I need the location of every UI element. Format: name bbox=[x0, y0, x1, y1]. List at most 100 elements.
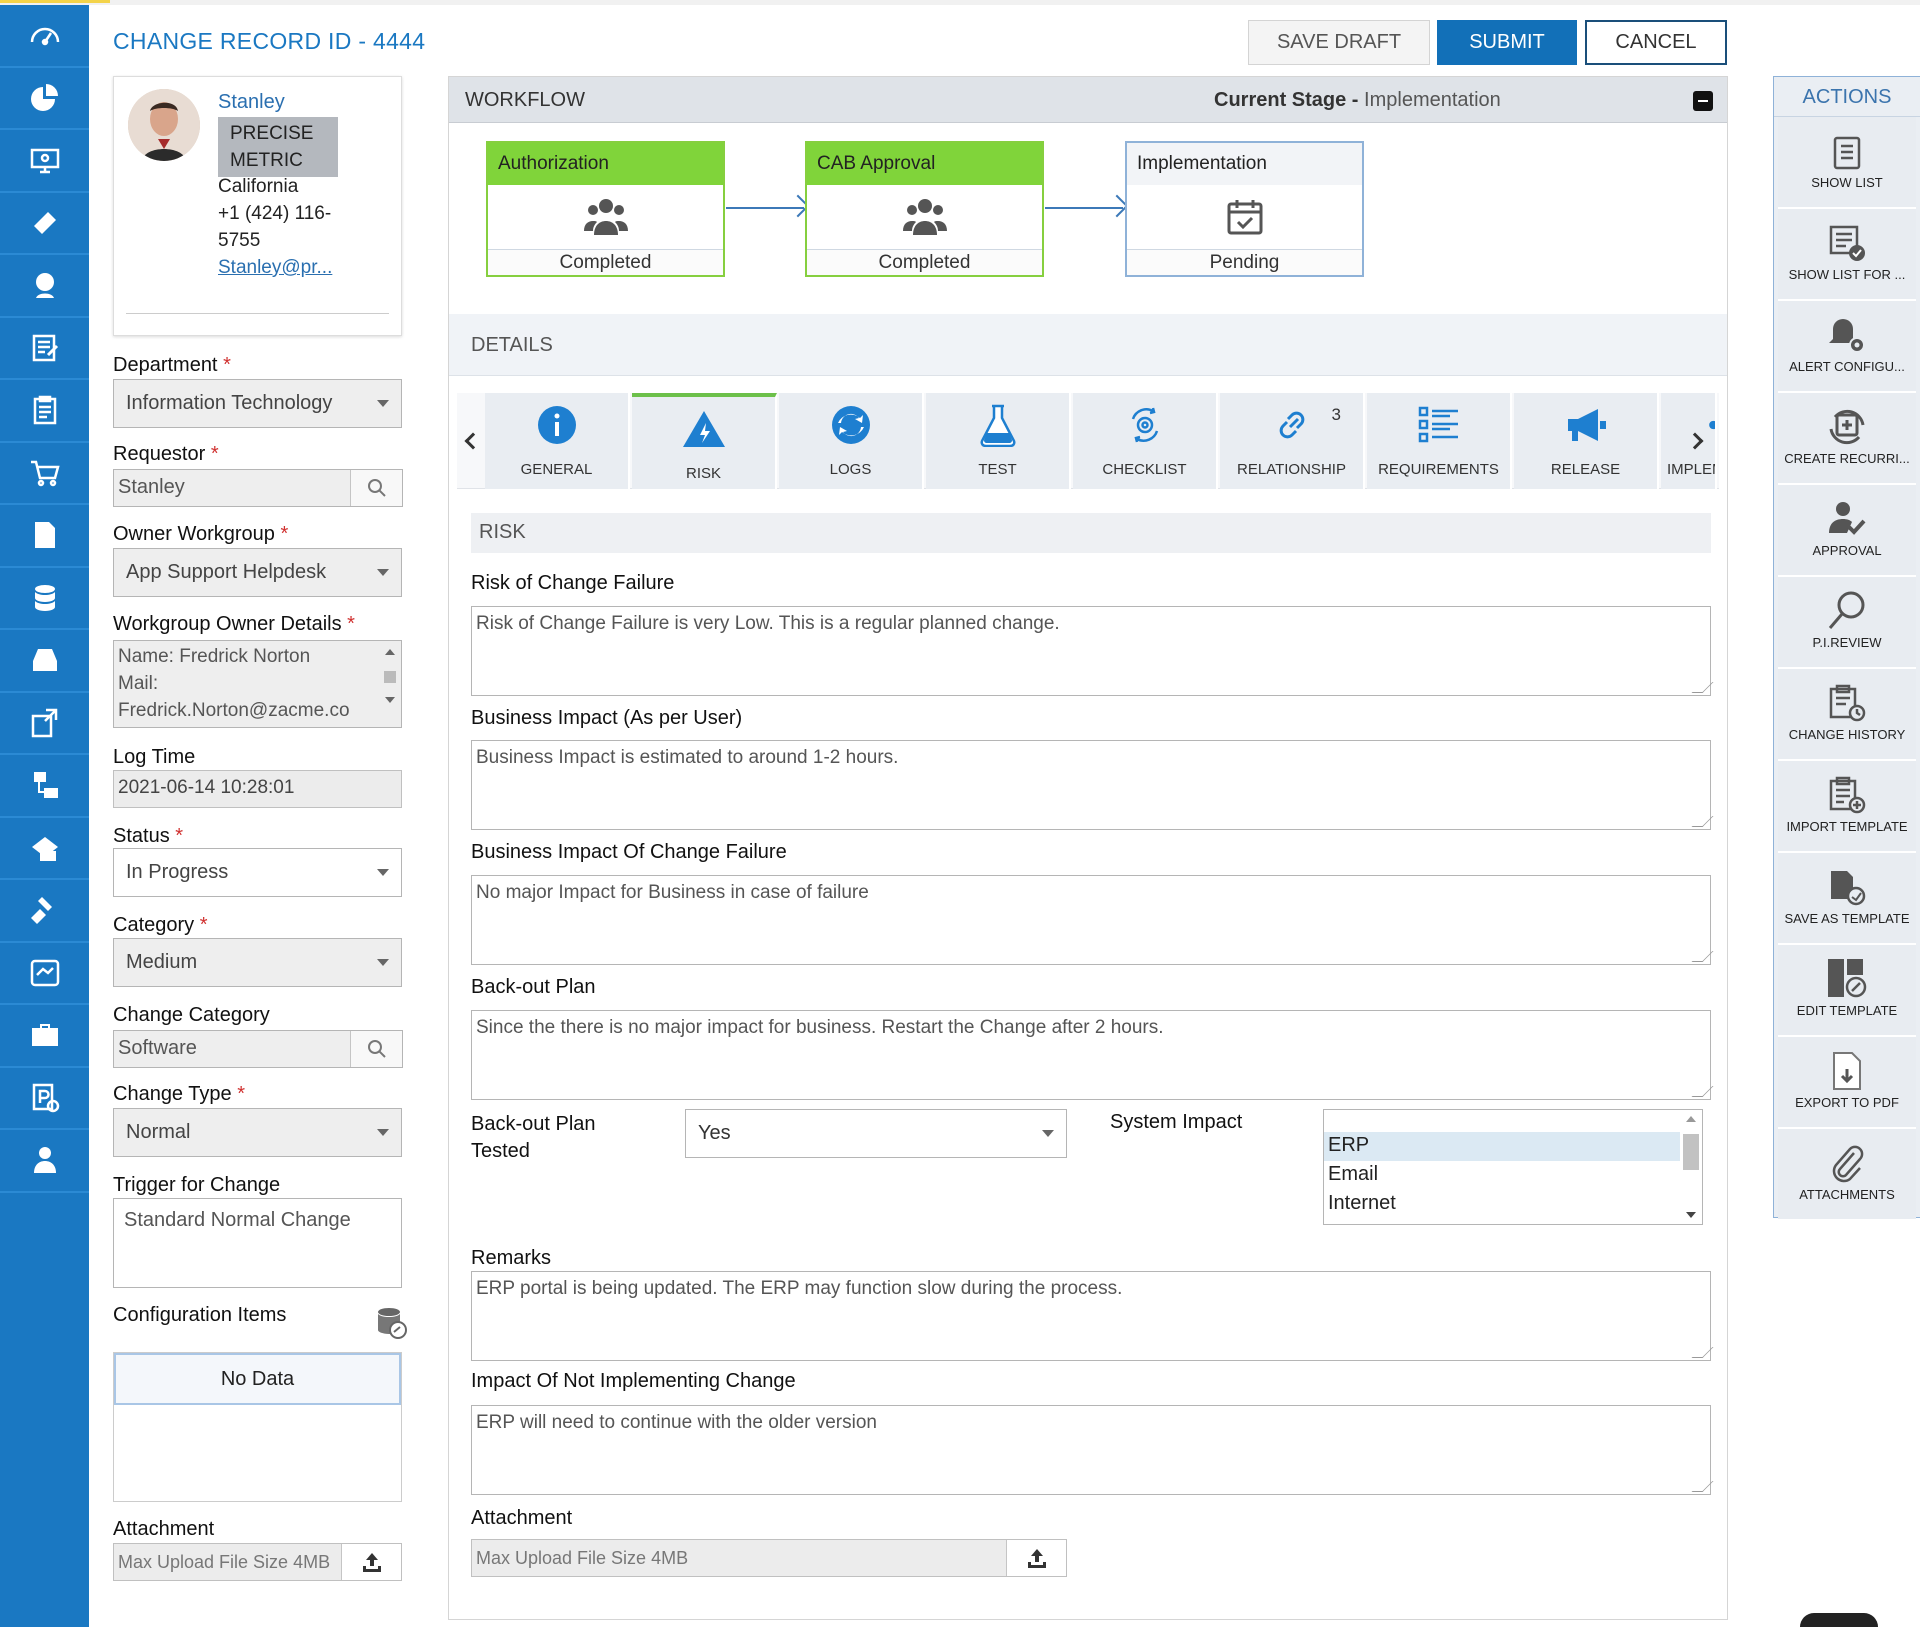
chat-widget[interactable] bbox=[1800, 1613, 1878, 1627]
gavel-icon[interactable] bbox=[0, 880, 89, 943]
workflow-header: WORKFLOW Current Stage - Implementation bbox=[449, 77, 1727, 123]
knowledge-icon[interactable] bbox=[0, 818, 89, 880]
chevron-left-icon[interactable] bbox=[464, 432, 482, 450]
business-impact-failure-textarea[interactable]: No major Impact for Business in case of … bbox=[471, 875, 1711, 965]
no-data-text: No Data bbox=[114, 1353, 401, 1405]
change-type-select[interactable]: Normal bbox=[113, 1108, 402, 1157]
department-select[interactable]: Information Technology bbox=[113, 379, 402, 428]
chevron-down-icon bbox=[377, 959, 389, 966]
tab-relationship[interactable]: RELATIONSHIP 3 bbox=[1220, 393, 1365, 489]
attachments-button[interactable]: ATTACHMENTS bbox=[1778, 1129, 1916, 1221]
list-item[interactable]: ERP bbox=[1324, 1132, 1702, 1161]
edit-template-button[interactable]: EDIT TEMPLATE bbox=[1778, 945, 1916, 1037]
email-link[interactable]: Stanley@pr... bbox=[218, 257, 332, 279]
recurring-icon bbox=[1829, 409, 1865, 445]
upload-icon[interactable] bbox=[341, 1544, 401, 1580]
backout-plan-textarea[interactable]: Since the there is no major impact for b… bbox=[471, 1010, 1711, 1100]
impact-not-implementing-textarea[interactable]: ERP will need to continue with the older… bbox=[471, 1405, 1711, 1495]
phone-line-1: +1 (424) 116- bbox=[218, 203, 332, 224]
inbox-icon[interactable] bbox=[0, 630, 89, 693]
company-badge: PRECISE METRIC bbox=[218, 117, 338, 177]
scrollbar[interactable] bbox=[1680, 1110, 1702, 1224]
magnifier-icon bbox=[1828, 591, 1865, 629]
risk-attachment-upload[interactable]: Max Upload File Size 4MB bbox=[471, 1539, 1067, 1577]
parking-icon[interactable] bbox=[0, 1068, 89, 1130]
submit-button[interactable]: SUBMIT bbox=[1437, 20, 1577, 65]
search-icon[interactable] bbox=[350, 470, 402, 506]
clipboard-icon[interactable] bbox=[0, 380, 89, 443]
list-item[interactable]: Email bbox=[1324, 1161, 1702, 1190]
workgroup-owner-details-text[interactable]: Name: Fredrick Norton Mail: Fredrick.Nor… bbox=[113, 640, 402, 728]
relationship-count-badge: 3 bbox=[1331, 405, 1341, 424]
chevron-down-icon bbox=[377, 400, 389, 407]
upload-icon[interactable] bbox=[1006, 1540, 1066, 1576]
tab-test[interactable]: TEST bbox=[926, 393, 1071, 489]
risk-of-change-failure-textarea[interactable]: Risk of Change Failure is very Low. This… bbox=[471, 606, 1711, 696]
status-label: Status * bbox=[113, 825, 184, 847]
search-icon[interactable] bbox=[350, 1031, 402, 1067]
tab-general[interactable]: GENERAL bbox=[485, 393, 630, 489]
requestor-input[interactable]: Stanley bbox=[113, 469, 403, 507]
monitor-icon[interactable] bbox=[0, 130, 89, 193]
stage-authorization[interactable]: Authorization Completed bbox=[486, 141, 725, 277]
hierarchy-icon[interactable] bbox=[0, 755, 89, 818]
tab-logs[interactable]: LOGS bbox=[779, 393, 924, 489]
tab-release[interactable]: RELEASE bbox=[1514, 393, 1659, 489]
attachment-label: Attachment bbox=[113, 1518, 215, 1540]
requester-name: Stanley bbox=[218, 91, 285, 113]
left-navigation bbox=[0, 5, 89, 1627]
collapse-icon[interactable] bbox=[1693, 91, 1713, 111]
briefcase-icon[interactable] bbox=[0, 1005, 89, 1068]
dashboard-icon[interactable] bbox=[0, 5, 89, 68]
cancel-button[interactable]: CANCEL bbox=[1585, 20, 1727, 65]
remarks-textarea[interactable]: ERP portal is being updated. The ERP may… bbox=[471, 1271, 1711, 1361]
show-list-for-button[interactable]: SHOW LIST FOR ... bbox=[1778, 209, 1916, 301]
save-draft-button[interactable]: SAVE DRAFT bbox=[1248, 20, 1430, 65]
document-edit-icon[interactable] bbox=[0, 505, 89, 568]
business-impact-user-textarea[interactable]: Business Impact is estimated to around 1… bbox=[471, 740, 1711, 830]
system-impact-listbox[interactable]: ERP Email Internet bbox=[1323, 1109, 1703, 1225]
backout-tested-select[interactable]: Yes bbox=[685, 1109, 1067, 1158]
scrollbar[interactable] bbox=[381, 643, 399, 727]
sync-icon bbox=[831, 406, 870, 444]
list-check-icon bbox=[1829, 225, 1865, 261]
alert-configuration-button[interactable]: ALERT CONFIGU... bbox=[1778, 301, 1916, 393]
create-recurring-button[interactable]: CREATE RECURRI... bbox=[1778, 393, 1916, 485]
stage-cab-approval[interactable]: CAB Approval Completed bbox=[805, 141, 1044, 277]
export-icon[interactable] bbox=[0, 693, 89, 755]
import-template-button[interactable]: IMPORT TEMPLATE bbox=[1778, 761, 1916, 853]
status-select[interactable]: In Progress bbox=[113, 848, 402, 897]
reports-pie-icon[interactable] bbox=[0, 68, 89, 130]
export-to-pdf-button[interactable]: EXPORT TO PDF bbox=[1778, 1037, 1916, 1129]
log-time-value: 2021-06-14 10:28:01 bbox=[113, 770, 402, 808]
stage-implementation[interactable]: Implementation Pending bbox=[1125, 141, 1364, 277]
change-history-button[interactable]: CHANGE HISTORY bbox=[1778, 669, 1916, 761]
edit-template-icon bbox=[1828, 959, 1867, 998]
database-icon[interactable] bbox=[0, 568, 89, 630]
attachment-upload[interactable]: Max Upload File Size 4MB bbox=[113, 1543, 402, 1581]
save-as-template-button[interactable]: SAVE AS TEMPLATE bbox=[1778, 853, 1916, 945]
cart-icon[interactable] bbox=[0, 443, 89, 505]
user-icon[interactable] bbox=[0, 1130, 89, 1193]
tab-checklist[interactable]: CHECKLIST bbox=[1073, 393, 1218, 489]
owner-workgroup-label: Owner Workgroup * bbox=[113, 523, 289, 545]
support-agent-icon[interactable] bbox=[0, 255, 89, 318]
change-category-input[interactable]: Software bbox=[113, 1030, 403, 1068]
paperclip-icon bbox=[1832, 1145, 1864, 1183]
category-select[interactable]: Medium bbox=[113, 938, 402, 987]
edit-document-icon[interactable] bbox=[0, 318, 89, 380]
owner-workgroup-select[interactable]: App Support Helpdesk bbox=[113, 548, 402, 597]
group-icon bbox=[807, 185, 1042, 249]
trigger-textarea[interactable]: Standard Normal Change bbox=[113, 1198, 402, 1288]
risk-of-change-failure-label: Risk of Change Failure bbox=[471, 572, 675, 594]
handshake-icon[interactable] bbox=[0, 943, 89, 1005]
ticket-icon[interactable] bbox=[0, 193, 89, 255]
tab-requirements[interactable]: REQUIREMENTS bbox=[1367, 393, 1512, 489]
show-list-button[interactable]: SHOW LIST bbox=[1778, 117, 1916, 209]
ci-link-icon[interactable] bbox=[374, 1306, 408, 1345]
tab-risk[interactable]: RISK bbox=[632, 393, 777, 489]
list-item[interactable]: Internet bbox=[1324, 1190, 1702, 1219]
details-header: DETAILS bbox=[449, 314, 1727, 376]
pi-review-button[interactable]: P.I.REVIEW bbox=[1778, 577, 1916, 669]
approval-button[interactable]: APPROVAL bbox=[1778, 485, 1916, 577]
